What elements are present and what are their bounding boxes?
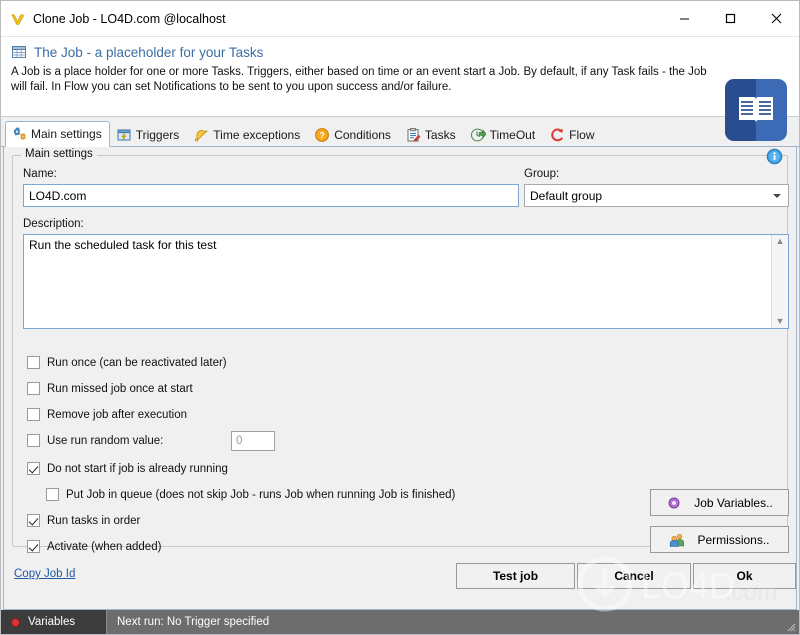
tab-label: Main settings: [31, 127, 102, 141]
groupbox-title: Main settings: [21, 148, 97, 160]
window-title: Clone Job - LO4D.com @localhost: [33, 11, 226, 26]
scroll-down-icon[interactable]: ▼: [776, 315, 785, 328]
tab-label: Flow: [569, 128, 595, 142]
title-bar: Clone Job - LO4D.com @localhost: [1, 1, 799, 37]
checkbox-box: [27, 540, 40, 553]
tab-label: Conditions: [334, 128, 391, 142]
checkbox-box: [46, 488, 59, 501]
header-banner: The Job - a placeholder for your Tasks A…: [1, 37, 799, 141]
checkbox-label: Put Job in queue (does not skip Job - ru…: [66, 488, 456, 501]
checkbox-box: [27, 356, 40, 369]
cancel-label: Cancel: [614, 569, 654, 583]
bell-icon: [193, 127, 209, 143]
tab-flow[interactable]: Flow: [543, 122, 602, 147]
permissions-button[interactable]: Permissions..: [650, 526, 789, 553]
copy-job-id-link[interactable]: Copy Job Id: [14, 568, 75, 580]
tab-tasks[interactable]: Tasks: [399, 122, 464, 147]
checkbox-label: Run once (can be reactivated later): [47, 356, 227, 369]
test-job-button[interactable]: Test job: [456, 563, 575, 589]
status-bar: Variables Next run: No Trigger specified: [1, 610, 799, 634]
permissions-label: Permissions..: [697, 532, 770, 547]
checkbox-run-once[interactable]: Run once (can be reactivated later): [27, 356, 227, 369]
ok-button[interactable]: Ok: [693, 563, 796, 589]
scroll-up-icon[interactable]: ▲: [776, 235, 785, 248]
checkbox-label: Remove job after execution: [47, 408, 187, 421]
tab-label: Triggers: [135, 128, 180, 142]
group-label: Group:: [524, 168, 560, 180]
checkbox-label: Run missed job once at start: [47, 382, 193, 395]
name-input[interactable]: [23, 184, 519, 207]
checkbox-label: Do not start if job is already running: [47, 462, 228, 475]
checkbox-box: [27, 462, 40, 475]
trigger-icon: [116, 127, 132, 143]
name-label: Name:: [23, 168, 57, 180]
description-scrollbar[interactable]: ▲ ▼: [771, 235, 788, 328]
flow-icon: [549, 127, 565, 143]
tab-label: Time exceptions: [213, 128, 301, 142]
clipboard-icon: [405, 127, 421, 143]
banner-title-row: The Job - a placeholder for your Tasks: [11, 44, 789, 60]
tab-conditions[interactable]: ? Conditions: [308, 122, 399, 147]
checkbox-box: [27, 408, 40, 421]
checkbox-label: Activate (when added): [47, 540, 162, 553]
timeout-icon: [470, 127, 487, 143]
window-controls: [661, 1, 799, 36]
cancel-button[interactable]: Cancel: [577, 563, 691, 589]
checkbox-run-missed-job[interactable]: Run missed job once at start: [27, 382, 193, 395]
close-button[interactable]: [753, 1, 799, 36]
tab-timeout[interactable]: TimeOut: [464, 122, 544, 147]
checkbox-label: Use run random value:: [47, 434, 164, 447]
checkbox-box: [27, 514, 40, 527]
ok-label: Ok: [736, 569, 753, 583]
job-variables-button[interactable]: Job Variables..: [650, 489, 789, 516]
banner-description: A Job is a place holder for one or more …: [11, 66, 707, 93]
users-icon: [669, 532, 685, 548]
checkbox-remove-job[interactable]: Remove job after execution: [27, 408, 187, 421]
info-icon[interactable]: [766, 148, 783, 165]
next-run-status: Next run: No Trigger specified: [117, 616, 270, 628]
chevron-down-icon: [773, 193, 781, 198]
table-icon: [11, 44, 27, 60]
variables-label: Variables: [28, 616, 76, 628]
checkbox-do-not-start-if-running[interactable]: Do not start if job is already running: [27, 462, 228, 475]
tab-panel-main-settings: Main settings Name: Group: Default group…: [3, 147, 797, 610]
checkbox-activate-when-added[interactable]: Activate (when added): [27, 540, 161, 553]
tab-triggers[interactable]: Triggers: [110, 122, 188, 147]
resize-grip[interactable]: [784, 620, 796, 632]
maximize-button[interactable]: [707, 1, 753, 36]
random-value-input[interactable]: [231, 431, 275, 451]
checkbox-label: Run tasks in order: [47, 514, 141, 527]
red-dot-icon: [11, 617, 20, 627]
tab-main-settings[interactable]: Main settings: [5, 121, 110, 147]
description-textarea[interactable]: Run the scheduled task for this test ▲ ▼: [23, 234, 789, 329]
group-combobox[interactable]: Default group: [524, 184, 789, 207]
svg-text:?: ?: [319, 131, 325, 141]
minimize-button[interactable]: [661, 1, 707, 36]
group-combobox-value: Default group: [530, 188, 603, 203]
tab-bar: Main settings Triggers Time exceptions ?…: [1, 117, 799, 147]
tab-label: Tasks: [424, 128, 456, 142]
tab-label: TimeOut: [489, 128, 536, 142]
test-job-label: Test job: [492, 569, 539, 583]
variable-dot-icon: [666, 495, 682, 511]
banner-title: The Job - a placeholder for your Tasks: [34, 44, 264, 60]
checkbox-box: [27, 382, 40, 395]
main-settings-groupbox: Main settings Name: Group: Default group…: [12, 148, 789, 553]
job-variables-label: Job Variables..: [694, 495, 773, 510]
description-label: Description:: [23, 218, 84, 230]
checkbox-run-tasks-in-order[interactable]: Run tasks in order: [27, 514, 140, 527]
checkbox-box: [27, 434, 40, 447]
question-icon: ?: [314, 127, 330, 143]
checkbox-use-run-random-value[interactable]: Use run random value:: [27, 434, 163, 447]
description-text: Run the scheduled task for this test: [29, 238, 217, 252]
checkbox-put-job-in-queue[interactable]: Put Job in queue (does not skip Job - ru…: [46, 488, 455, 501]
open-book-icon: [725, 79, 787, 141]
v-logo-icon: [10, 11, 26, 27]
clone-job-dialog: Clone Job - LO4D.com @localhost The Job …: [0, 0, 800, 635]
gears-icon: [11, 126, 27, 142]
tab-time-exceptions[interactable]: Time exceptions: [187, 122, 308, 147]
dialog-footer: Copy Job Id Test job Cancel Ok: [4, 553, 796, 609]
variables-button[interactable]: Variables: [1, 610, 107, 634]
